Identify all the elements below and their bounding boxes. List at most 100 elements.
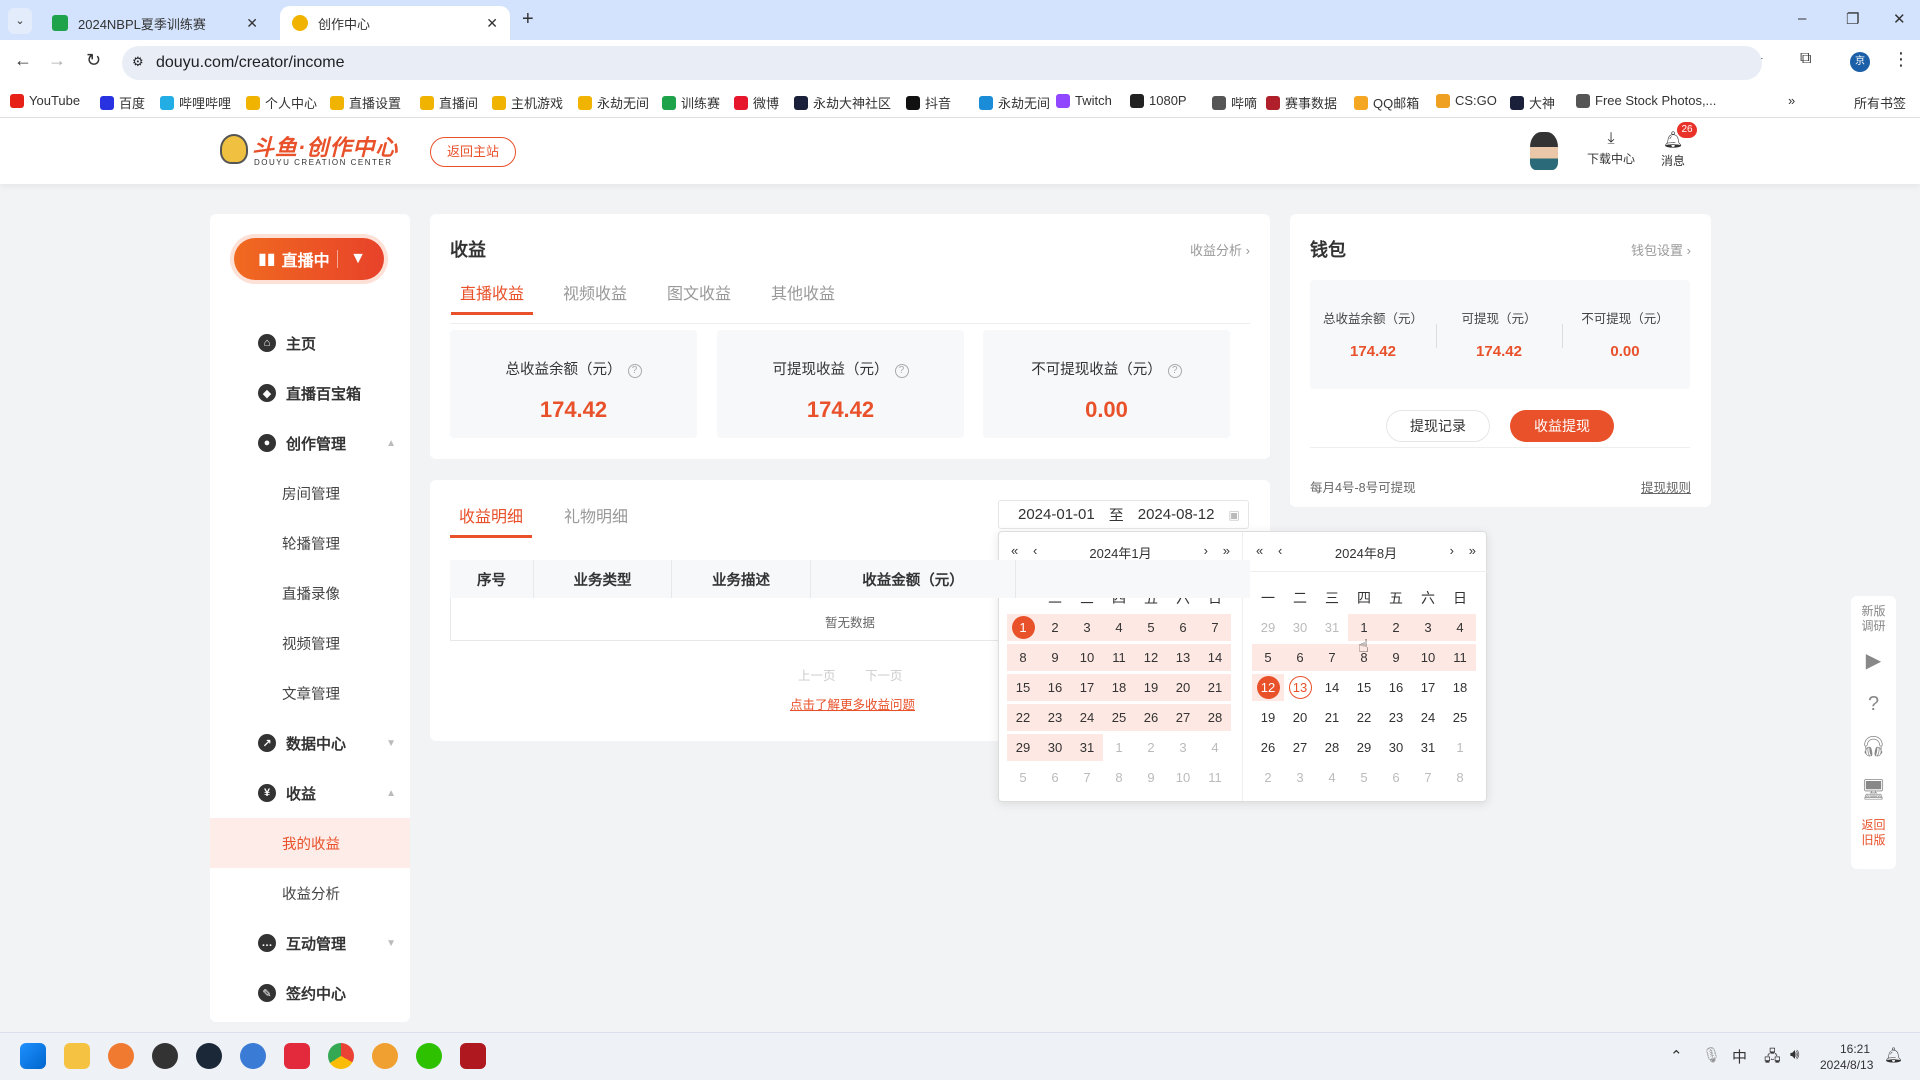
calendar-day[interactable]: 9 xyxy=(1039,644,1071,671)
close-window-button[interactable]: ✕ xyxy=(1893,10,1906,28)
sidebar-item-4[interactable]: 轮播管理 xyxy=(210,518,410,568)
messages-button[interactable]: 🔔︎ 消息 26 xyxy=(1655,122,1697,169)
calendar-day[interactable]: 31 xyxy=(1316,614,1348,641)
bookmark-item[interactable]: 直播间 xyxy=(420,93,478,112)
calendar-day[interactable]: 16 xyxy=(1039,674,1071,701)
chevron-down-icon[interactable]: ▼ xyxy=(386,738,396,749)
details-tab-1[interactable]: 礼物明细 xyxy=(564,503,628,527)
bookmark-item[interactable]: 百度 xyxy=(100,93,145,112)
calendar-day[interactable]: 4 xyxy=(1444,614,1476,641)
calendar-day[interactable]: 26 xyxy=(1135,704,1167,731)
calendar-day[interactable]: 11 xyxy=(1199,764,1231,791)
calendar-day[interactable]: 25 xyxy=(1444,704,1476,731)
next-year-button[interactable]: » xyxy=(1223,543,1230,558)
bookmark-item[interactable]: 个人中心 xyxy=(246,93,317,112)
calendar-day[interactable]: 24 xyxy=(1412,704,1444,731)
sidebar-item-10[interactable]: 我的收益 xyxy=(210,818,410,868)
site-info-icon[interactable]: ⚙ xyxy=(132,54,144,70)
wallet-settings-link[interactable]: 钱包设置 › xyxy=(1631,240,1691,259)
customer-service-icon[interactable]: 🎧︎ xyxy=(1851,734,1896,759)
close-tab-icon[interactable]: ✕ xyxy=(486,15,498,32)
calendar-day[interactable]: 14 xyxy=(1199,644,1231,671)
return-old-version-button[interactable]: 返回旧版 xyxy=(1861,818,1886,848)
bookmark-item[interactable]: 永劫无间 xyxy=(979,93,1050,112)
bookmark-item[interactable]: 大神 xyxy=(1510,93,1555,112)
calendar-day[interactable]: 29 xyxy=(1252,614,1284,641)
calendar-day[interactable]: 10 xyxy=(1167,764,1199,791)
sidebar-item-3[interactable]: 房间管理 xyxy=(210,468,410,518)
next-page-button[interactable]: 下一页 xyxy=(865,665,903,684)
calendar-day[interactable]: 5 xyxy=(1007,764,1039,791)
calendar-day[interactable]: 3 xyxy=(1071,614,1103,641)
desktop-client-icon[interactable]: 🖥︎ xyxy=(1851,777,1896,802)
calendar-day[interactable]: 20 xyxy=(1284,704,1316,731)
profile-avatar[interactable]: 京 xyxy=(1850,52,1870,72)
bookmark-item[interactable]: 主机游戏 xyxy=(492,93,563,112)
douyu-logo[interactable]: 斗鱼·创作中心 DOUYU CREATION CENTER xyxy=(220,132,405,168)
tray-expand-icon[interactable]: ⌃ xyxy=(1670,1047,1683,1065)
tab-search-button[interactable]: ⌄ xyxy=(8,8,32,34)
calendar-day[interactable]: 23 xyxy=(1380,704,1412,731)
calendar-day[interactable]: 28 xyxy=(1316,734,1348,761)
bookmark-item[interactable]: CS:GO xyxy=(1436,93,1497,108)
calendar-day[interactable]: 28 xyxy=(1199,704,1231,731)
prev-page-button[interactable]: 上一页 xyxy=(798,665,836,684)
next-month-button[interactable]: › xyxy=(1450,543,1454,558)
obs-icon[interactable] xyxy=(152,1043,178,1069)
calendar-day[interactable]: 15 xyxy=(1348,674,1380,701)
extensions-icon[interactable]: ⧉ xyxy=(1800,50,1811,68)
date-range-picker[interactable]: 2024-01-01 至 2024-08-12 ▣ xyxy=(998,500,1249,529)
reload-icon[interactable]: ↻ xyxy=(86,50,101,71)
calendar-day[interactable]: 10 xyxy=(1412,644,1444,671)
calendar-day[interactable]: 12 xyxy=(1135,644,1167,671)
calendar-day[interactable]: 12 xyxy=(1252,674,1284,701)
calendar-day[interactable]: 24 xyxy=(1071,704,1103,731)
ime-indicator[interactable]: 中 xyxy=(1732,1046,1747,1067)
bookmark-item[interactable]: QQ邮箱 xyxy=(1354,93,1419,112)
calendar-day[interactable]: 6 xyxy=(1039,764,1071,791)
help-icon[interactable]: ? xyxy=(1851,693,1896,716)
douyu-app-icon[interactable] xyxy=(108,1043,134,1069)
close-tab-icon[interactable]: ✕ xyxy=(246,15,258,32)
calendar-day[interactable]: 1 xyxy=(1007,614,1039,641)
back-to-main-site-button[interactable]: 返回主站 xyxy=(430,137,516,167)
sidebar-item-11[interactable]: 收益分析 xyxy=(210,868,410,918)
bookmark-item[interactable]: 永劫大神社区 xyxy=(794,93,891,112)
sidebar-item-0[interactable]: ⌂ 主页 xyxy=(210,318,410,368)
withdraw-rules-link[interactable]: 提现规则 xyxy=(1641,477,1691,496)
calendar-day[interactable]: 30 xyxy=(1039,734,1071,761)
income-tab-0[interactable]: 直播收益 xyxy=(450,280,534,315)
browser-tab[interactable]: 2024NBPL夏季训练赛 ✕ xyxy=(40,6,270,40)
withdraw-record-button[interactable]: 提现记录 xyxy=(1386,410,1490,442)
calendar-day[interactable]: 3 xyxy=(1284,764,1316,791)
calendar-day[interactable]: 13 xyxy=(1167,644,1199,671)
new-tab-button[interactable]: + xyxy=(522,8,534,31)
steam-icon[interactable] xyxy=(196,1043,222,1069)
restore-button[interactable]: ❐ xyxy=(1846,10,1859,28)
calendar-day[interactable]: 22 xyxy=(1348,704,1380,731)
calendar-day[interactable]: 19 xyxy=(1135,674,1167,701)
calendar-day[interactable]: 29 xyxy=(1007,734,1039,761)
menu-icon[interactable]: ⋮ xyxy=(1892,49,1910,70)
calendar-day[interactable]: 6 xyxy=(1167,614,1199,641)
microphone-icon[interactable]: 🎙︎ xyxy=(1702,1046,1721,1064)
bookmark-item[interactable]: 赛事数据 xyxy=(1266,93,1337,112)
sidebar-item-12[interactable]: … 互动管理 ▼ xyxy=(210,918,410,968)
bookmark-item[interactable]: 微博 xyxy=(734,93,779,112)
forward-icon[interactable]: → xyxy=(48,50,66,71)
download-center-button[interactable]: ⤓ 下载中心 xyxy=(1586,130,1636,167)
withdraw-button[interactable]: 收益提现 xyxy=(1510,410,1614,442)
sidebar-item-6[interactable]: 视频管理 xyxy=(210,618,410,668)
income-help-link[interactable]: 点击了解更多收益问题 xyxy=(790,694,915,713)
sidebar-item-13[interactable]: ✎ 签约中心 xyxy=(210,968,410,1018)
calendar-day[interactable]: 20 xyxy=(1167,674,1199,701)
dropdown-caret-icon[interactable]: ▼ xyxy=(337,250,366,268)
calendar-day[interactable]: 8 xyxy=(1007,644,1039,671)
calendar-day[interactable]: 19 xyxy=(1252,704,1284,731)
minimize-button[interactable]: – xyxy=(1798,10,1806,27)
app-icon[interactable] xyxy=(240,1043,266,1069)
notification-bell-icon[interactable]: 🔔︎ xyxy=(1884,1046,1903,1064)
calendar-day[interactable]: 7 xyxy=(1199,614,1231,641)
calendar-day[interactable]: 2 xyxy=(1380,614,1412,641)
calendar-day[interactable]: 3 xyxy=(1412,614,1444,641)
